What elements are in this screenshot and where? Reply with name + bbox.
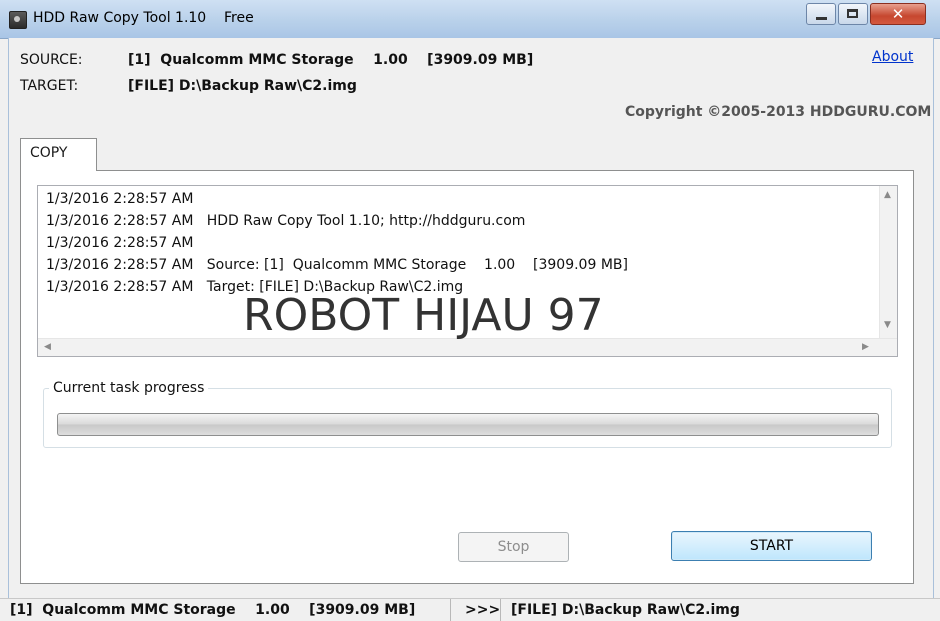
- scroll-down-icon[interactable]: ▼: [884, 320, 891, 330]
- status-arrow: >>>: [465, 602, 501, 618]
- hdd-app-icon: [9, 11, 27, 29]
- close-button[interactable]: ✕: [870, 3, 926, 25]
- source-value: [1] Qualcomm MMC Storage 1.00 [3909.09 M…: [128, 52, 534, 68]
- scroll-left-icon[interactable]: ◀: [44, 342, 51, 352]
- target-label: TARGET:: [20, 78, 79, 94]
- scroll-right-icon[interactable]: ▶: [862, 342, 869, 352]
- log-line: 1/3/2016 2:28:57 AM Source: [1] Qualcomm…: [46, 257, 628, 273]
- title-bar: HDD Raw Copy Tool 1.10 Free ✕: [0, 0, 940, 39]
- about-link[interactable]: About: [872, 49, 913, 65]
- status-divider: [450, 599, 451, 621]
- vertical-scrollbar[interactable]: ▲ ▼: [879, 186, 897, 339]
- minimize-button[interactable]: [806, 3, 836, 25]
- target-value: [FILE] D:\Backup Raw\C2.img: [128, 78, 357, 94]
- copyright-text: Copyright ©2005-2013 HDDGURU.COM: [625, 104, 932, 120]
- log-line: 1/3/2016 2:28:57 AM HDD Raw Copy Tool 1.…: [46, 213, 526, 229]
- log-line: 1/3/2016 2:28:57 AM: [46, 235, 194, 251]
- status-source: [1] Qualcomm MMC Storage 1.00 [3909.09 M…: [10, 602, 416, 618]
- tab-copy[interactable]: COPY: [20, 138, 97, 171]
- progress-label: Current task progress: [49, 380, 209, 396]
- status-bar: [1] Qualcomm MMC Storage 1.00 [3909.09 M…: [0, 598, 940, 621]
- source-label: SOURCE:: [20, 52, 83, 68]
- status-target: [FILE] D:\Backup Raw\C2.img: [511, 602, 740, 618]
- tab-copy-label: COPY: [30, 145, 68, 161]
- window-title: HDD Raw Copy Tool 1.10 Free: [33, 10, 254, 26]
- status-divider: [500, 599, 501, 621]
- close-icon: ✕: [891, 5, 905, 23]
- maximize-button[interactable]: [838, 3, 868, 25]
- stop-button[interactable]: Stop: [458, 532, 569, 562]
- progress-bar: [57, 413, 879, 436]
- scroll-up-icon[interactable]: ▲: [884, 190, 891, 200]
- start-button[interactable]: START: [671, 531, 872, 561]
- watermark-text: ROBOT HIJAU 97: [243, 290, 604, 341]
- log-line: 1/3/2016 2:28:57 AM: [46, 191, 194, 207]
